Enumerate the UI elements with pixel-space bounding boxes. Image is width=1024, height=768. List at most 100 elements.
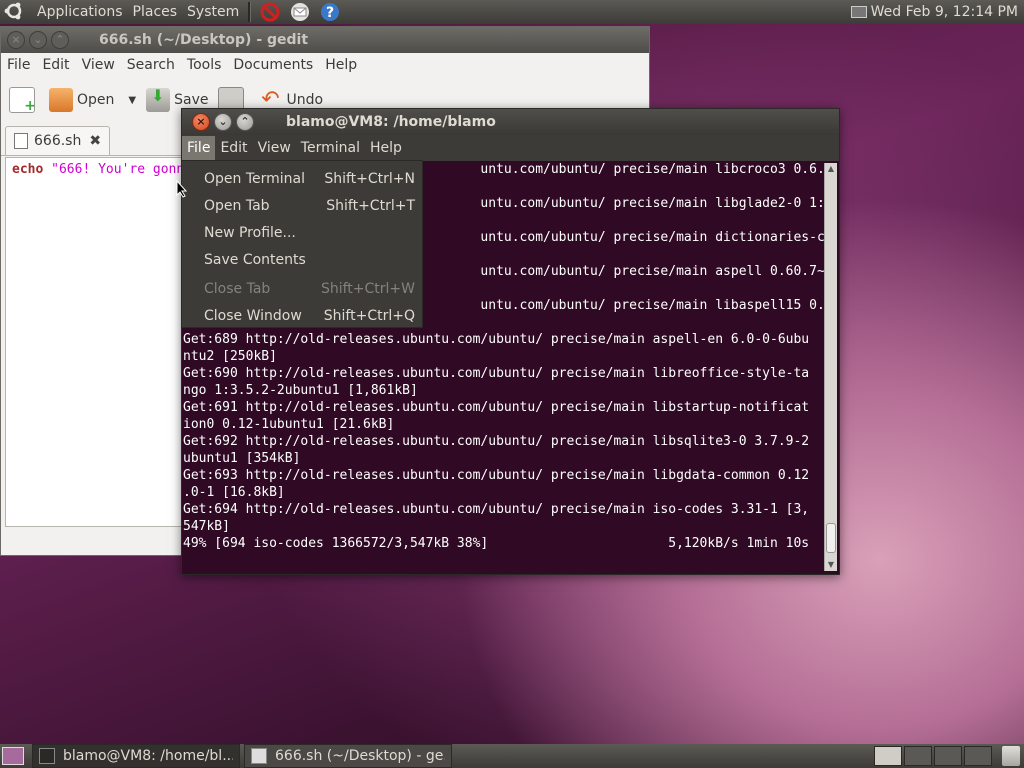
menu-item-label: Save Contents xyxy=(204,251,306,268)
close-tab-icon[interactable]: ✖ xyxy=(89,133,101,149)
undo-button-label: Undo xyxy=(286,92,324,108)
menu-item-close-tab: Close Tab Shift+Ctrl+W xyxy=(182,275,422,302)
terminal-line: ngo 1:3.5.2-2ubuntu1 [1,861kB] xyxy=(183,383,418,398)
applications-menu[interactable]: Applications xyxy=(32,0,128,24)
tab-666-sh[interactable]: 666.sh ✖ xyxy=(5,126,111,155)
terminal-menu-file[interactable]: File xyxy=(182,136,216,160)
terminal-line: Get:691 http://old-releases.ubuntu.com/u… xyxy=(183,400,810,415)
workspace-2[interactable] xyxy=(904,746,932,766)
taskbar-label: blamo@VM8: /home/bl... xyxy=(63,748,233,764)
menu-item-label: Open Tab xyxy=(204,197,270,214)
code-keyword: echo xyxy=(12,162,44,177)
maximize-icon[interactable]: ⌃ xyxy=(51,31,69,49)
menu-item-shortcut: Shift+Ctrl+W xyxy=(320,280,415,297)
scroll-down-icon[interactable]: ▼ xyxy=(825,559,837,571)
no-entry-icon[interactable] xyxy=(259,1,281,23)
menu-item-shortcut: Shift+Ctrl+Q xyxy=(323,307,415,324)
taskbar-item-terminal[interactable]: blamo@VM8: /home/bl... xyxy=(32,744,240,768)
terminal-line: Get:690 http://old-releases.ubuntu.com/u… xyxy=(183,366,810,381)
chevron-down-icon[interactable]: ▼ xyxy=(128,95,136,106)
gedit-menu-tools[interactable]: Tools xyxy=(181,57,228,73)
menu-item-open-terminal[interactable]: Open Terminal Shift+Ctrl+N xyxy=(182,165,422,192)
menu-item-close-window[interactable]: Close Window Shift+Ctrl+Q xyxy=(182,302,422,329)
terminal-line: Get:694 http://old-releases.ubuntu.com/u… xyxy=(183,502,810,517)
workspace-3[interactable] xyxy=(934,746,962,766)
terminal-line: Get:693 http://old-releases.ubuntu.com/u… xyxy=(183,468,810,483)
folder-icon xyxy=(49,88,73,112)
maximize-icon[interactable]: ⌃ xyxy=(236,113,254,131)
text-editor-icon xyxy=(251,748,267,764)
terminal-menubar: File Edit View Terminal Help xyxy=(182,135,839,161)
gedit-menu-search[interactable]: Search xyxy=(121,57,181,73)
workspace-switcher xyxy=(872,746,1024,766)
show-desktop-icon[interactable] xyxy=(2,747,24,765)
system-menu[interactable]: System xyxy=(182,0,244,24)
menu-item-label: Open Terminal xyxy=(204,170,306,187)
terminal-menu-help[interactable]: Help xyxy=(365,136,407,160)
taskbar-label: 666.sh (~/Desktop) - ge... xyxy=(275,748,445,764)
clock[interactable]: Wed Feb 9, 12:14 PM xyxy=(850,4,1024,20)
gedit-menu-view[interactable]: View xyxy=(76,57,121,73)
scroll-up-icon[interactable]: ▲ xyxy=(825,163,837,175)
document-icon xyxy=(14,133,28,149)
terminal-title: blamo@VM8: /home/blamo xyxy=(286,114,496,130)
gedit-title: 666.sh (~/Desktop) - gedit xyxy=(99,32,309,48)
terminal-menu-view[interactable]: View xyxy=(253,136,296,160)
workspace-1[interactable] xyxy=(874,746,902,766)
ubuntu-logo-icon[interactable] xyxy=(4,1,26,23)
terminal-menu-edit[interactable]: Edit xyxy=(215,136,252,160)
terminal-line: Get:692 http://old-releases.ubuntu.com/u… xyxy=(183,434,810,449)
clock-text: Wed Feb 9, 12:14 PM xyxy=(870,4,1018,20)
terminal-line: ion0 0.12-1ubuntu1 [21.6kB] xyxy=(183,417,395,432)
menu-item-label: Close Window xyxy=(204,307,302,324)
open-button-label: Open xyxy=(77,92,115,108)
gedit-menu-file[interactable]: File xyxy=(1,57,36,73)
gedit-titlebar[interactable]: × ⌄ ⌃ 666.sh (~/Desktop) - gedit xyxy=(1,27,649,53)
scrollbar-thumb[interactable] xyxy=(826,523,836,553)
minimize-icon[interactable]: ⌄ xyxy=(214,113,232,131)
terminal-window-buttons: × ⌄ ⌃ xyxy=(192,113,258,131)
close-icon[interactable]: × xyxy=(7,31,25,49)
minimize-icon[interactable]: ⌄ xyxy=(29,31,47,49)
menu-item-save-contents[interactable]: Save Contents xyxy=(182,246,422,273)
save-icon: ⬇ xyxy=(146,86,171,112)
gedit-menu-edit[interactable]: Edit xyxy=(36,57,75,73)
panel-separator xyxy=(248,2,252,22)
file-menu-dropdown: Open Terminal Shift+Ctrl+N Open Tab Shift+C… xyxy=(181,160,423,328)
gedit-menubar: File Edit View Search Tools Documents He… xyxy=(1,53,649,77)
menu-item-shortcut: Shift+Ctrl+N xyxy=(324,170,415,187)
menu-item-shortcut: Shift+Ctrl+T xyxy=(326,197,415,214)
save-button-label: Save xyxy=(174,92,209,108)
terminal-titlebar[interactable]: × ⌄ ⌃ blamo@VM8: /home/blamo xyxy=(182,109,839,135)
terminal-scrollbar[interactable]: ▲ ▼ xyxy=(824,163,837,571)
gedit-window-buttons: × ⌄ ⌃ xyxy=(7,31,73,49)
places-menu[interactable]: Places xyxy=(128,0,183,24)
terminal-line: .0-1 [16.8kB] xyxy=(183,485,285,500)
terminal-line: 49% [694 iso-codes 1366572/3,547kB 38%] … xyxy=(183,536,810,551)
terminal-line: 547kB] xyxy=(183,519,230,534)
new-document-icon: + xyxy=(9,87,36,114)
top-panel: Applications Places System ? Wed Feb 9, … xyxy=(0,0,1024,24)
terminal-line: ntu2 [250kB] xyxy=(183,349,277,364)
mouse-cursor-icon xyxy=(176,180,188,198)
new-document-button[interactable]: + xyxy=(9,87,39,114)
close-icon[interactable]: × xyxy=(192,113,210,131)
terminal-menu-terminal[interactable]: Terminal xyxy=(296,136,365,160)
terminal-line: ubuntu1 [354kB] xyxy=(183,451,301,466)
taskbar-item-gedit[interactable]: 666.sh (~/Desktop) - ge... xyxy=(244,744,452,768)
gedit-menu-documents[interactable]: Documents xyxy=(227,57,319,73)
mail-indicator-icon[interactable] xyxy=(850,6,867,18)
svg-text:?: ? xyxy=(326,5,334,21)
trash-icon[interactable] xyxy=(1002,746,1020,766)
terminal-icon xyxy=(39,748,55,764)
mail-icon[interactable] xyxy=(289,1,311,23)
terminal-line: Get:689 http://old-releases.ubuntu.com/u… xyxy=(183,332,810,347)
menu-item-open-tab[interactable]: Open Tab Shift+Ctrl+T xyxy=(182,192,422,219)
gedit-menu-help[interactable]: Help xyxy=(319,57,363,73)
bottom-panel: blamo@VM8: /home/bl... 666.sh (~/Desktop… xyxy=(0,744,1024,768)
menu-item-new-profile[interactable]: New Profile... xyxy=(182,219,422,246)
workspace-4[interactable] xyxy=(964,746,992,766)
open-button[interactable]: Open ▼ xyxy=(49,88,136,112)
help-icon[interactable]: ? xyxy=(319,1,341,23)
menu-item-label: Close Tab xyxy=(204,280,271,297)
